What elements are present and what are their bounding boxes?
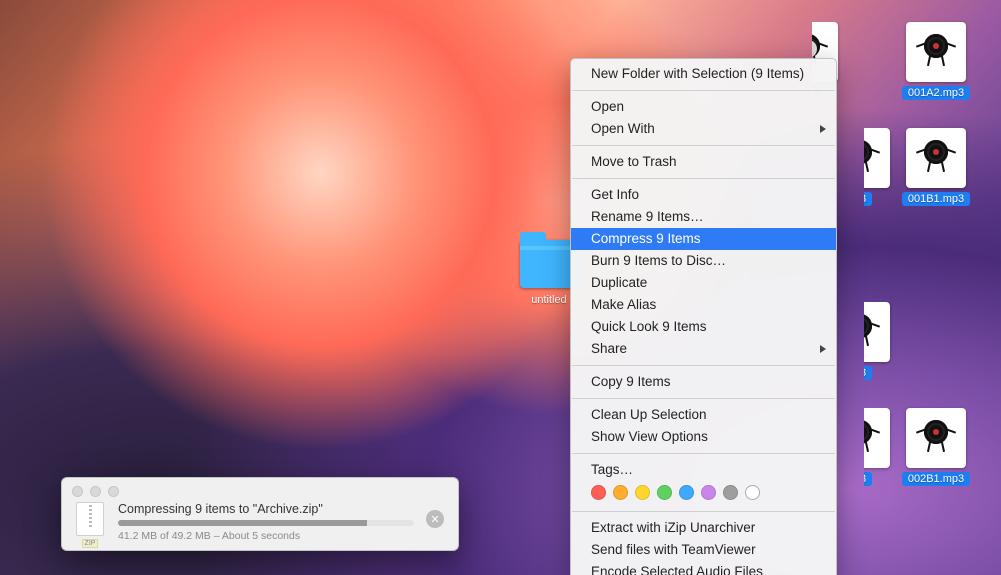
progress-status: 41.2 MB of 49.2 MB – About 5 seconds xyxy=(118,530,414,542)
menu-item[interactable]: Encode Selected Audio Files xyxy=(571,561,836,575)
menu-item-label: Encode Selected Audio Files xyxy=(591,564,763,575)
menu-item[interactable]: Copy 9 Items xyxy=(571,371,836,393)
tag-color[interactable] xyxy=(701,485,716,500)
menu-separator xyxy=(572,511,835,512)
file-thumbnail xyxy=(906,408,966,468)
file-label: 001A2.mp3 xyxy=(902,86,970,100)
menu-item-label: Send files with TeamViewer xyxy=(591,542,756,557)
menu-item-label: Move to Trash xyxy=(591,154,677,169)
menu-separator xyxy=(572,90,835,91)
zoom-icon[interactable] xyxy=(108,486,119,497)
menu-item-label: New Folder with Selection (9 Items) xyxy=(591,66,804,81)
menu-item[interactable]: New Folder with Selection (9 Items) xyxy=(571,63,836,85)
menu-item[interactable]: Open With xyxy=(571,118,836,140)
menu-item-label: Tags… xyxy=(591,462,633,477)
menu-item[interactable]: Burn 9 Items to Disc… xyxy=(571,250,836,272)
menu-item-label: Rename 9 Items… xyxy=(591,209,704,224)
chevron-right-icon xyxy=(820,345,826,353)
menu-separator xyxy=(572,365,835,366)
menu-item-label: Burn 9 Items to Disc… xyxy=(591,253,726,268)
menu-item[interactable]: Get Info xyxy=(571,184,836,206)
compress-progress-window: ZIP Compressing 9 items to "Archive.zip"… xyxy=(61,477,459,551)
menu-item-label: Get Info xyxy=(591,187,639,202)
menu-item-label: Share xyxy=(591,341,627,356)
zip-file-icon: ZIP xyxy=(74,502,106,542)
menu-item[interactable]: Duplicate xyxy=(571,272,836,294)
close-icon: ✕ xyxy=(430,513,439,526)
progress-bar xyxy=(118,520,414,526)
chevron-right-icon xyxy=(820,125,826,133)
menu-item-label: Clean Up Selection xyxy=(591,407,707,422)
menu-separator xyxy=(572,178,835,179)
file-label: 002B1.mp3 xyxy=(902,472,970,486)
minimize-icon[interactable] xyxy=(90,486,101,497)
menu-item-label: Quick Look 9 Items xyxy=(591,319,707,334)
menu-item-label: Compress 9 Items xyxy=(591,231,701,246)
desktop-file[interactable]: 001B1.mp3 xyxy=(900,128,972,206)
menu-item[interactable]: Move to Trash xyxy=(571,151,836,173)
tag-color[interactable] xyxy=(613,485,628,500)
progress-title: Compressing 9 items to "Archive.zip" xyxy=(118,502,414,516)
file-thumbnail xyxy=(906,128,966,188)
tag-color[interactable] xyxy=(635,485,650,500)
menu-item[interactable]: Make Alias xyxy=(571,294,836,316)
menu-item[interactable]: Extract with iZip Unarchiver xyxy=(571,517,836,539)
tags-row xyxy=(571,481,836,506)
menu-item[interactable]: Open xyxy=(571,96,836,118)
desktop-file[interactable]: 002B1.mp3 xyxy=(900,408,972,486)
tag-color[interactable] xyxy=(657,485,672,500)
window-traffic-lights[interactable] xyxy=(72,486,119,497)
folder-label: untitled f xyxy=(531,294,573,306)
menu-separator xyxy=(572,145,835,146)
menu-separator xyxy=(572,453,835,454)
menu-item[interactable]: Clean Up Selection xyxy=(571,404,836,426)
menu-item[interactable]: Show View Options xyxy=(571,426,836,448)
file-thumbnail xyxy=(906,22,966,82)
desktop-file[interactable]: 001A2.mp3 xyxy=(900,22,972,100)
context-menu: New Folder with Selection (9 Items) Open O… xyxy=(570,58,837,575)
tag-color[interactable] xyxy=(723,485,738,500)
tag-color[interactable] xyxy=(591,485,606,500)
menu-item-label: Copy 9 Items xyxy=(591,374,671,389)
menu-item[interactable]: Rename 9 Items… xyxy=(571,206,836,228)
menu-item[interactable]: Share xyxy=(571,338,836,360)
menu-item-label: Make Alias xyxy=(591,297,656,312)
menu-item[interactable]: Compress 9 Items xyxy=(571,228,836,250)
menu-item-label: Duplicate xyxy=(591,275,647,290)
menu-item[interactable]: Quick Look 9 Items xyxy=(571,316,836,338)
tag-color[interactable] xyxy=(679,485,694,500)
menu-item-label: Open xyxy=(591,99,624,114)
close-icon[interactable] xyxy=(72,486,83,497)
menu-item[interactable]: Send files with TeamViewer xyxy=(571,539,836,561)
menu-item-label: Open With xyxy=(591,121,655,136)
tag-none[interactable] xyxy=(745,485,760,500)
file-label: 001B1.mp3 xyxy=(902,192,970,206)
cancel-button[interactable]: ✕ xyxy=(426,510,444,528)
menu-separator xyxy=(572,398,835,399)
menu-item[interactable]: Tags… xyxy=(571,459,836,481)
menu-item-label: Extract with iZip Unarchiver xyxy=(591,520,755,535)
menu-item-label: Show View Options xyxy=(591,429,708,444)
